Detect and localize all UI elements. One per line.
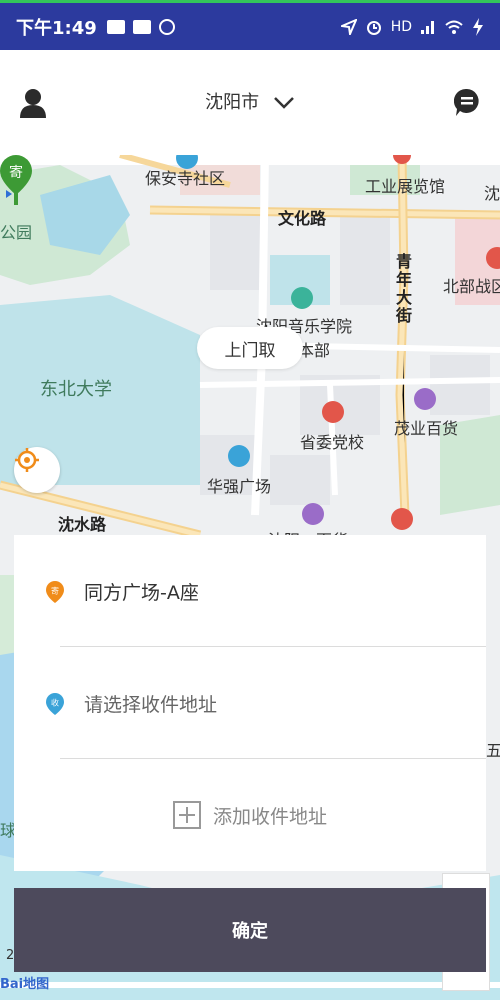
pickup-tooltip: 上门取 <box>197 327 303 369</box>
map-label-shengwei: 省委党校 <box>300 433 365 452</box>
map-label-beibu: 北部战区 <box>443 277 500 296</box>
chat-notification-icon <box>106 19 125 34</box>
confirm-button[interactable]: 确定 <box>14 888 486 972</box>
add-receiver-button[interactable]: 添加收件地址 <box>14 759 486 871</box>
map-label-huaqiang: 华强广场 <box>207 477 272 496</box>
poi-shopping-icon <box>414 388 436 410</box>
location-arrow-icon <box>340 18 357 35</box>
status-indicators: HD <box>340 17 484 36</box>
network-type: HD <box>390 18 412 35</box>
app-notification-icon <box>158 18 175 35</box>
chevron-down-icon <box>273 97 294 109</box>
status-time: 下午1:49 <box>16 17 97 39</box>
plus-icon <box>172 801 201 829</box>
locate-button[interactable] <box>14 447 60 493</box>
poi-building-icon <box>228 445 250 467</box>
battery-charging-icon <box>473 17 483 36</box>
poi-star-icon <box>322 401 344 423</box>
map-label-maoye: 茂业百货 <box>394 419 459 438</box>
city-name: 沈阳市 <box>205 92 260 113</box>
pin-label: 寄 <box>9 164 23 181</box>
city-selector[interactable]: 沈阳市 <box>0 88 500 114</box>
crosshair-icon <box>15 448 39 472</box>
map-label-wenhua: 文化路 <box>278 209 327 228</box>
sender-pin-icon: 寄 <box>46 581 64 603</box>
receiver-address-row[interactable]: 收 请选择收件地址 <box>14 647 486 759</box>
app-header: 沈阳市 <box>0 50 500 155</box>
receiver-address-placeholder: 请选择收件地址 <box>84 694 218 716</box>
wifi-icon <box>445 20 463 34</box>
alarm-icon <box>366 20 381 35</box>
sender-pin-label: 寄 <box>51 586 59 596</box>
status-bar: 下午1:49 HD <box>0 0 500 50</box>
receiver-pin-icon: 收 <box>46 693 64 715</box>
map-scale-number: 2 <box>6 948 15 963</box>
sender-address: 同方广场-A座 <box>84 582 199 604</box>
address-card: 寄 同方广场-A座 收 请选择收件地址 添加收件地址 <box>14 535 486 871</box>
map-label-qingnian: 青年大街 <box>393 253 412 325</box>
receiver-pin-label: 收 <box>51 698 59 708</box>
signal-icon <box>421 20 434 34</box>
sender-address-row[interactable]: 寄 同方广场-A座 <box>14 535 486 647</box>
map-label-gongye: 工业展览馆 <box>365 177 446 196</box>
baidu-map-logo: Bai地图 <box>0 977 50 992</box>
map-label-chenshui: 沈水路 <box>58 515 107 534</box>
add-receiver-label: 添加收件地址 <box>212 805 327 828</box>
map-label-partial-right: 五 <box>486 741 500 760</box>
chat-notification-icon-2 <box>132 19 151 34</box>
map-label-gongyuan: 公园 <box>0 223 33 242</box>
map-label-dongbei: 东北大学 <box>40 379 112 400</box>
poi-museum-icon <box>291 287 313 309</box>
location-pin-icon: 寄 <box>0 155 32 205</box>
poi-shopping-icon-2 <box>302 503 324 525</box>
map-label-partial-right2: 沈 <box>484 184 500 203</box>
message-icon[interactable] <box>454 88 480 118</box>
